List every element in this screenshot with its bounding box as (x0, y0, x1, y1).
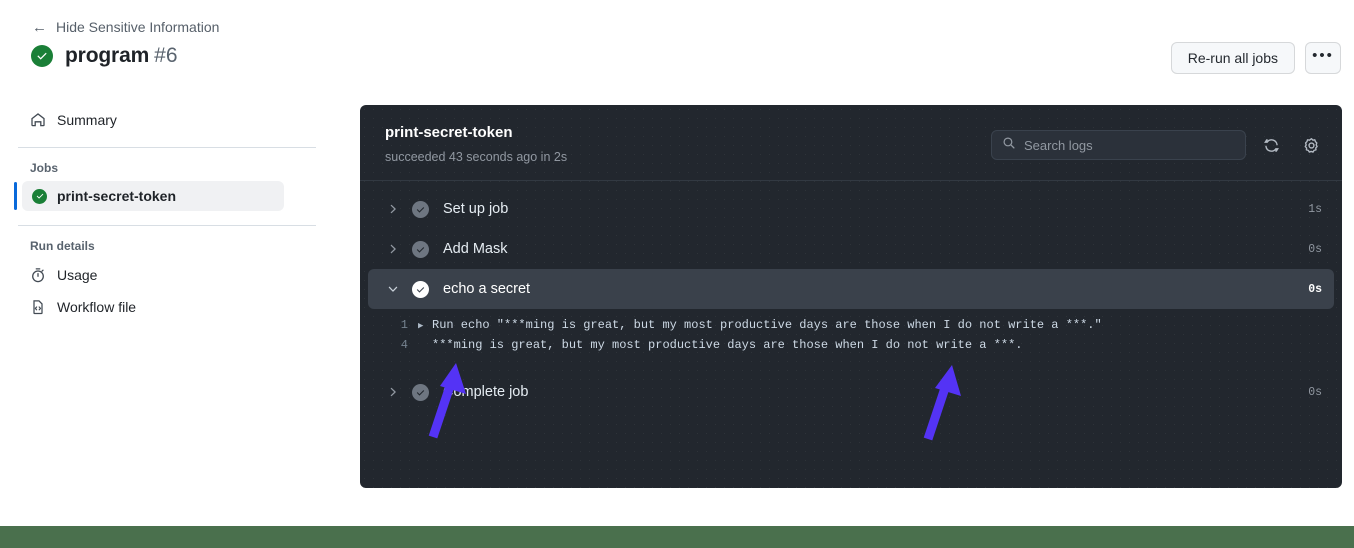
step-label: Complete job (443, 384, 529, 400)
steps-list: Set up job 1s Add Mask 0s echo a secret … (360, 181, 1342, 412)
logs-header: print-secret-token succeeded 43 seconds … (360, 105, 1342, 181)
chevron-right-icon (386, 243, 400, 255)
chevron-right-icon (386, 203, 400, 215)
chevron-right-icon (386, 386, 400, 398)
gear-icon[interactable] (1300, 134, 1322, 156)
home-icon (30, 112, 46, 128)
refresh-icon[interactable] (1260, 134, 1282, 156)
workflow-run-page: ← Hide Sensitive Information program #6 R… (0, 0, 1354, 548)
back-link-label: Hide Sensitive Information (56, 19, 220, 35)
check-circle-icon (412, 200, 429, 218)
sidebar-item-label: Workflow file (57, 299, 137, 315)
run-name: program (65, 44, 150, 67)
step-label: Add Mask (443, 241, 508, 257)
step-label: Set up job (443, 201, 509, 217)
step-row[interactable]: Add Mask 0s (368, 229, 1334, 269)
back-to-workflow-link[interactable]: ← Hide Sensitive Information (32, 19, 219, 35)
selected-indicator (14, 182, 17, 210)
step-row-expanded[interactable]: echo a secret 0s (368, 269, 1334, 309)
chevron-down-icon (386, 283, 400, 295)
sidebar-item-label: print-secret-token (57, 188, 177, 204)
step-duration: 1s (1308, 202, 1322, 216)
logs-job-name: print-secret-token (385, 124, 513, 141)
check-circle-icon (412, 383, 429, 401)
expand-triangle-icon[interactable]: ▶ (418, 318, 432, 334)
re-run-all-jobs-button[interactable]: Re-run all jobs (1170, 42, 1295, 74)
sidebar-item-label: Summary (57, 112, 117, 128)
logs-panel: print-secret-token succeeded 43 seconds … (360, 105, 1342, 488)
arrow-left-icon: ← (32, 18, 47, 36)
log-line: 1 ▶ Run echo "***ming is great, but my m… (360, 318, 1342, 338)
sidebar: Summary Jobs print-secret-token Run deta… (0, 104, 332, 323)
file-code-icon (30, 299, 46, 315)
check-circle-icon (412, 280, 429, 298)
stopwatch-icon (30, 267, 46, 283)
log-line-text: Run echo "***ming is great, but my most … (432, 318, 1102, 332)
step-label: echo a secret (443, 281, 531, 297)
more-options-button[interactable]: ••• (1305, 42, 1341, 74)
search-logs-placeholder: Search logs (1024, 137, 1093, 153)
run-actions: Re-run all jobs ••• (1170, 42, 1341, 74)
step-duration: 0s (1308, 385, 1322, 399)
step-duration: 0s (1308, 242, 1322, 256)
step-row[interactable]: Set up job 1s (368, 189, 1334, 229)
check-circle-icon (32, 188, 47, 204)
sidebar-item-summary[interactable]: Summary (22, 104, 314, 136)
log-line: 4 ***ming is great, but my most producti… (360, 338, 1342, 358)
sidebar-item-workflow-file[interactable]: Workflow file (22, 291, 314, 323)
step-row[interactable]: Complete job 0s (368, 372, 1334, 412)
run-number: #6 (154, 44, 178, 67)
sidebar-group-run-details: Run details (30, 239, 95, 253)
log-line-number: 4 (400, 338, 408, 352)
sidebar-item-print-secret-token[interactable]: print-secret-token (14, 181, 284, 211)
sidebar-divider-1 (18, 147, 316, 148)
page-title: program #6 (65, 44, 178, 68)
search-icon (1002, 136, 1016, 155)
sidebar-group-jobs: Jobs (30, 161, 59, 175)
step-duration: 0s (1308, 282, 1322, 296)
search-logs-input[interactable]: Search logs (991, 130, 1246, 160)
sidebar-item-usage[interactable]: Usage (22, 259, 314, 291)
check-circle-icon (31, 45, 53, 67)
logs-job-status: succeeded 43 seconds ago in 2s (385, 150, 568, 164)
sidebar-item-label: Usage (57, 267, 98, 283)
log-line-text: ***ming is great, but my most productive… (432, 338, 1023, 352)
run-title: program #6 (31, 44, 178, 68)
sidebar-divider-2 (18, 225, 316, 226)
check-circle-icon (412, 240, 429, 258)
log-line-number: 1 (400, 318, 408, 332)
step-log-output: 1 ▶ Run echo "***ming is great, but my m… (360, 309, 1342, 364)
bottom-green-band (0, 526, 1354, 548)
